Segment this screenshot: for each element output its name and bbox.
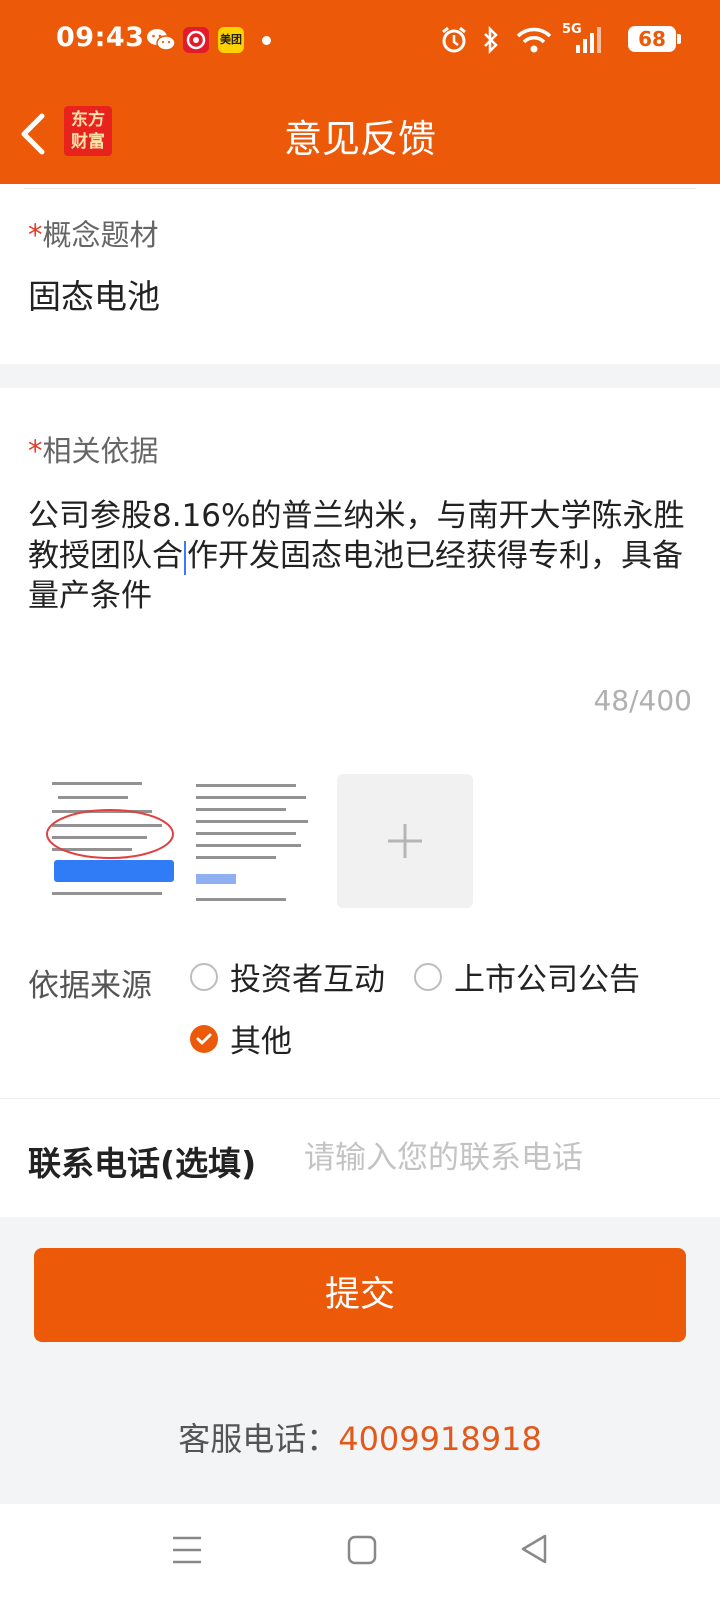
wechat-icon <box>146 24 176 56</box>
submit-button[interactable]: 提交 <box>34 1248 686 1342</box>
source-option-other[interactable]: 其他 <box>190 1016 292 1061</box>
home-icon[interactable] <box>346 1534 378 1570</box>
meituan-icon: 美团 <box>217 24 245 56</box>
app-icon <box>182 24 210 56</box>
attachment-thumbnail[interactable] <box>44 774 176 908</box>
service-phone-link[interactable]: 4009918918 <box>338 1420 542 1458</box>
thumb-icons-shape <box>196 874 236 884</box>
required-star: * <box>28 434 43 468</box>
plus-icon <box>388 824 422 858</box>
contact-section: 联系电话(选填) <box>0 1098 720 1217</box>
attachment-thumbnail[interactable] <box>188 774 320 908</box>
service-hotline: 客服电话：4009918918 <box>178 1420 542 1458</box>
page-title: 意见反馈 <box>283 117 436 161</box>
notification-dot-icon <box>260 24 272 56</box>
bluetooth-icon <box>480 24 502 56</box>
source-option-investor[interactable]: 投资者互动 <box>190 954 385 999</box>
char-counter: 48/400 <box>593 684 692 717</box>
alarm-icon <box>438 24 470 56</box>
source-option-announcement[interactable]: 上市公司公告 <box>414 954 640 999</box>
add-image-button[interactable] <box>337 774 473 908</box>
status-bar: 09:43 美团 5G 68 <box>0 0 720 84</box>
source-label: 依据来源 <box>28 968 152 1004</box>
phone-label: 联系电话(选填) <box>28 1144 257 1183</box>
concept-value[interactable]: 固态电池 <box>28 270 160 318</box>
radio-unchecked-icon <box>190 962 218 991</box>
thumb-button-shape <box>54 860 174 882</box>
radio-unchecked-icon <box>414 962 442 991</box>
phone-input[interactable] <box>302 1129 706 1187</box>
basis-label: *相关依据 <box>28 434 159 468</box>
signal-icon: 5G <box>562 22 604 56</box>
system-nav-bar <box>0 1504 720 1604</box>
nav-bar: 东方财富 意见反馈 <box>0 84 720 184</box>
app-header: 09:43 美团 5G 68 东方财富 意见反馈 <box>0 0 720 184</box>
check-icon <box>190 1024 218 1053</box>
menu-icon[interactable] <box>170 1534 204 1570</box>
required-star: * <box>28 218 43 252</box>
wifi-icon <box>514 24 554 56</box>
basis-textarea[interactable]: 公司参股8.16%的普兰纳米，与南开大学陈永胜教授团队合 作开发固态电池已经获得专… <box>28 496 688 616</box>
back-nav-icon[interactable] <box>518 1532 550 1570</box>
battery-indicator: 68 <box>628 26 681 52</box>
concept-section: *概念题材 固态电池 <box>0 184 720 364</box>
divider <box>24 188 696 189</box>
status-time: 09:43 <box>56 22 145 53</box>
text-cursor <box>184 540 186 575</box>
basis-section: *相关依据 公司参股8.16%的普兰纳米，与南开大学陈永胜教授团队合 作开发固态电… <box>0 388 720 1098</box>
concept-label: *概念题材 <box>28 218 159 252</box>
